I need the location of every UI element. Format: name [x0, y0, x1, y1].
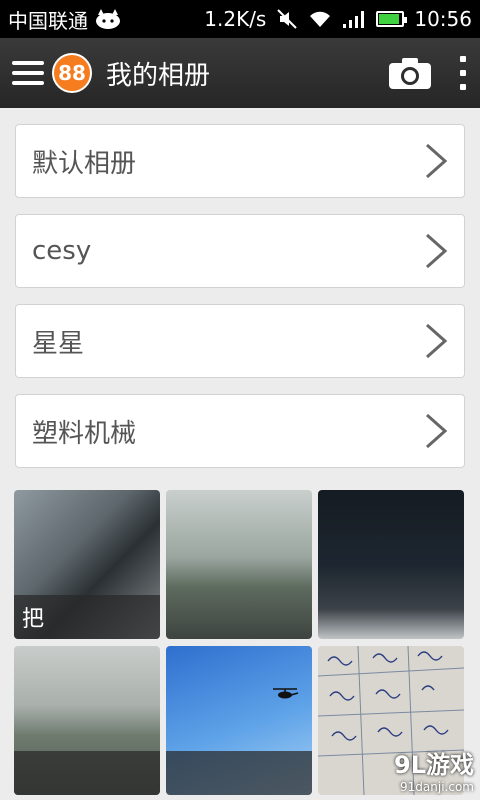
watermark: 9L游戏 91danji.com: [394, 745, 474, 794]
photo-caption-bar: [166, 751, 312, 795]
album-label: 星星: [32, 328, 85, 359]
photo-thumbnail[interactable]: [14, 646, 160, 795]
chevron-right-icon: [426, 413, 448, 449]
camera-icon[interactable]: [388, 56, 432, 90]
photo-caption: 把: [14, 595, 160, 639]
album-label: cesy: [32, 236, 92, 266]
page-title: 我的相册: [106, 60, 211, 91]
battery-fill: [379, 14, 400, 24]
photo-thumbnail[interactable]: 把: [14, 490, 160, 639]
carrier-name: 中国联通: [8, 8, 88, 33]
app-bar: 88 我的相册: [0, 38, 480, 108]
wifi-icon: [310, 11, 331, 27]
status-bar: 中国联通 1.2K/s 10:56: [0, 0, 480, 38]
app-logo: 88: [52, 53, 92, 93]
album-label: 默认相册: [32, 148, 137, 179]
chevron-right-icon: [426, 233, 448, 269]
album-label: 塑料机械: [32, 418, 137, 449]
cat-icon: [96, 9, 120, 29]
photo-thumbnail[interactable]: [166, 490, 312, 639]
photo-thumbnail[interactable]: [318, 490, 464, 639]
chevron-right-icon: [426, 143, 448, 179]
network-speed: 1.2K/s: [204, 7, 267, 31]
signal-icon: [343, 11, 365, 28]
clock: 10:56: [414, 7, 472, 31]
album-list: 默认相册 cesy 星星 塑料机械: [15, 124, 465, 484]
album-item-cesy[interactable]: cesy: [15, 214, 465, 288]
album-item-default[interactable]: 默认相册: [15, 124, 465, 198]
chevron-right-icon: [426, 323, 448, 359]
watermark-brand: 9L游戏: [394, 751, 474, 779]
album-item-stars[interactable]: 星星: [15, 304, 465, 378]
status-right: 1.2K/s 10:56: [204, 7, 472, 31]
photo-thumbnail[interactable]: [166, 646, 312, 795]
helicopter-silhouette: [273, 688, 299, 699]
watermark-site: 91danji.com: [400, 780, 474, 794]
menu-icon[interactable]: [12, 61, 44, 85]
mute-icon: [277, 9, 298, 29]
battery-icon: [376, 11, 408, 27]
album-item-plastic-machinery[interactable]: 塑料机械: [15, 394, 465, 468]
more-icon[interactable]: [458, 56, 468, 90]
photo-caption-bar: [14, 751, 160, 795]
carrier-group: 中国联通: [8, 5, 122, 34]
